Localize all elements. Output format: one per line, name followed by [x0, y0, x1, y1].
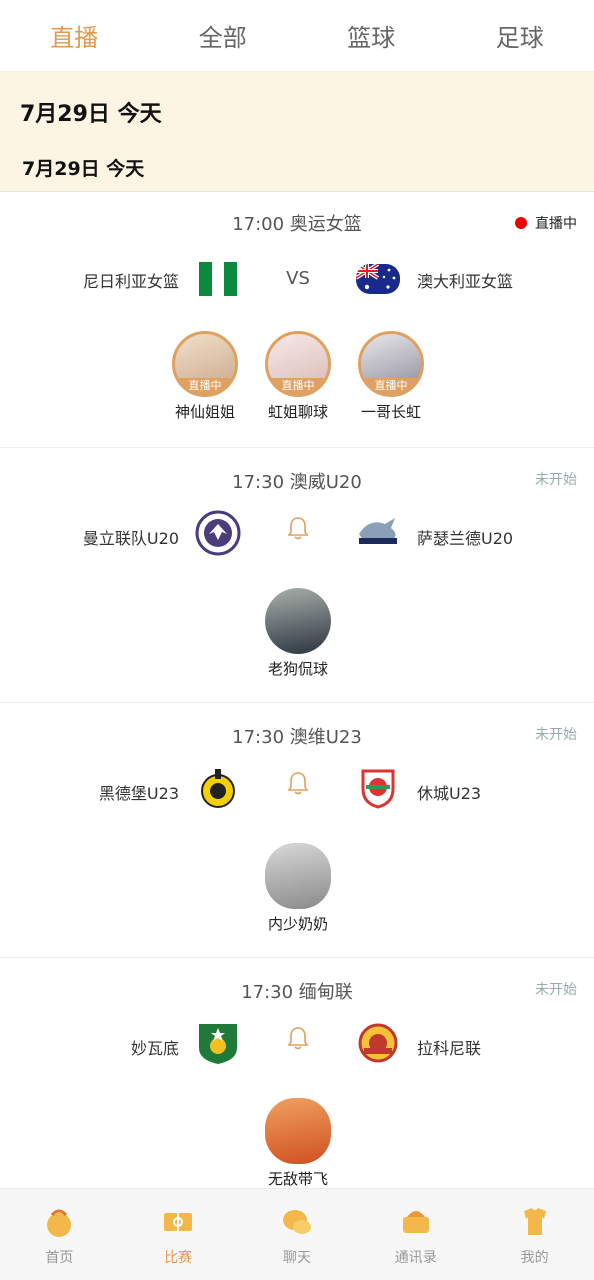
anchor-name: 老狗侃球 — [267, 660, 328, 678]
chat-icon — [282, 1210, 311, 1234]
bell-icon[interactable] — [286, 770, 310, 796]
match-card[interactable]: 17:30 澳威U20 未开始 曼立联队U20 萨瑟兰德U20 老狗侃球 — [0, 448, 594, 703]
anchor-name: 神仙姐姐 — [174, 403, 235, 421]
anchor-card[interactable]: 直播中 一哥长虹 — [351, 331, 431, 422]
status-badge: 未开始 — [535, 982, 577, 998]
nav-label: 首页 — [45, 1250, 74, 1266]
anchor-card[interactable]: 直播中 神仙姐姐 — [165, 331, 245, 422]
tab-all[interactable]: 全部 — [149, 18, 298, 53]
away-team-name: 休城U23 — [417, 784, 482, 803]
tab-live[interactable]: 直播 — [0, 18, 149, 53]
anchor-name: 内少奶奶 — [267, 915, 328, 933]
live-tag: 直播中 — [361, 378, 421, 394]
match-icon — [164, 1213, 193, 1231]
team-logo-icon — [359, 518, 397, 544]
away-team-name: 澳大利亚女篮 — [417, 272, 514, 291]
match-title: 17:30 澳维U23 — [232, 727, 362, 748]
match-card[interactable]: 17:00 奥运女篮 直播中 尼日利亚女篮 VS 澳大利亚女篮 直播中 神仙姐姐… — [0, 192, 594, 448]
nav-profile[interactable]: 我的 — [475, 1189, 594, 1280]
match-list: 17:00 奥运女篮 直播中 尼日利亚女篮 VS 澳大利亚女篮 直播中 神仙姐姐… — [0, 192, 594, 1198]
anchor-name: 一哥长虹 — [360, 403, 421, 421]
away-team-name: 拉科尼联 — [417, 1039, 482, 1058]
anchor-card[interactable]: 老狗侃球 — [258, 588, 338, 679]
nav-home[interactable]: 首页 — [0, 1189, 119, 1280]
nav-contacts[interactable]: 通讯录 — [356, 1189, 475, 1280]
bell-icon[interactable] — [286, 1025, 310, 1051]
team-logo-icon — [361, 769, 395, 809]
home-icon — [47, 1209, 72, 1237]
live-tag: 直播中 — [175, 378, 235, 394]
match-title: 17:00 奥运女篮 — [232, 214, 362, 235]
team-logo-icon — [358, 1023, 398, 1063]
status-badge: 未开始 — [535, 472, 577, 488]
date-subheader: 7月29日 今天 — [0, 142, 594, 192]
nav-match[interactable]: 比赛 — [119, 1189, 238, 1280]
avatar: 直播中 — [358, 331, 424, 397]
tab-basketball[interactable]: 篮球 — [297, 18, 446, 53]
avatar — [265, 588, 331, 654]
home-team-name: 黑德堡U23 — [98, 784, 179, 803]
app-root: 直播 全部 篮球 足球 7月29日 今天 7月29日 今天 17:00 奥运女篮… — [0, 0, 594, 1280]
live-tag: 直播中 — [268, 378, 328, 394]
nav-chat[interactable]: 聊天 — [238, 1189, 357, 1280]
home-team-name: 妙瓦底 — [130, 1039, 179, 1058]
match-title: 17:30 澳威U20 — [232, 472, 362, 493]
avatar — [265, 1098, 331, 1164]
tab-football[interactable]: 足球 — [446, 18, 594, 53]
nav-label: 我的 — [520, 1250, 549, 1266]
anchor-card[interactable]: 直播中 虹姐聊球 — [258, 331, 338, 422]
date-header: 7月29日 今天 — [0, 72, 594, 142]
anchor-name: 无敌带飞 — [267, 1170, 328, 1188]
home-team-name: 曼立联队U20 — [82, 529, 179, 548]
bell-icon[interactable] — [286, 515, 310, 541]
nav-label: 比赛 — [164, 1250, 193, 1266]
contacts-icon — [402, 1211, 429, 1233]
home-team-name: 尼日利亚女篮 — [82, 272, 179, 291]
match-card[interactable]: 17:30 澳维U23 未开始 黑德堡U23 休城U23 内少奶奶 — [0, 703, 594, 958]
away-team-name: 萨瑟兰德U20 — [417, 529, 514, 548]
anchor-card[interactable]: 无敌带飞 — [258, 1098, 338, 1189]
avatar: 直播中 — [172, 331, 238, 397]
team-logo-icon — [195, 510, 241, 556]
nigeria-flag-icon — [199, 262, 237, 296]
profile-icon — [523, 1208, 546, 1235]
vs-label: VS — [286, 268, 310, 289]
team-logo-icon — [201, 769, 235, 808]
australia-flag-icon — [356, 264, 400, 294]
top-tab-bar: 直播 全部 篮球 足球 — [0, 0, 594, 72]
nav-label: 聊天 — [282, 1250, 311, 1266]
nav-label: 通讯录 — [394, 1250, 437, 1266]
status-badge: 未开始 — [535, 727, 577, 743]
status-text: 直播中 — [535, 216, 577, 232]
bottom-nav: 首页 比赛 聊天 通讯录 我的 — [0, 1188, 594, 1280]
status-badge: 直播中 — [515, 213, 577, 233]
anchor-name: 虹姐聊球 — [267, 403, 328, 421]
team-logo-icon — [199, 1024, 237, 1064]
avatar — [265, 843, 331, 909]
match-title: 17:30 缅甸联 — [241, 982, 353, 1003]
anchor-card[interactable]: 内少奶奶 — [258, 843, 338, 934]
match-card[interactable]: 17:30 缅甸联 未开始 妙瓦底 拉科尼联 无敌带飞 — [0, 958, 594, 1198]
avatar: 直播中 — [265, 331, 331, 397]
live-dot-icon — [515, 217, 527, 229]
